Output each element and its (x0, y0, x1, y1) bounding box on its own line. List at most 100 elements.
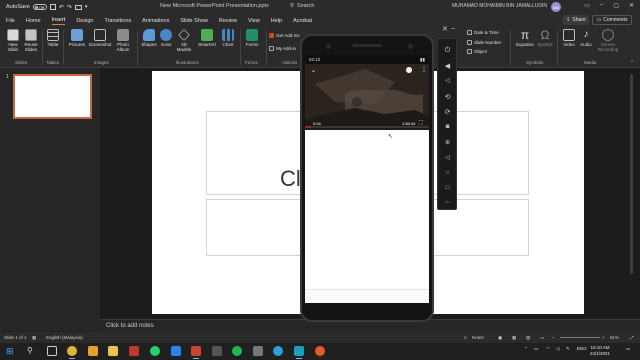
table-button[interactable]: Table (46, 29, 60, 47)
collapse-video-icon[interactable]: ⌄ (311, 67, 316, 74)
chrome-icon[interactable] (67, 346, 77, 359)
3d-models-button[interactable]: 3D Models (175, 29, 193, 52)
share-button[interactable]: ⇪ Share (563, 15, 589, 25)
tab-insert[interactable]: Insert (51, 17, 66, 25)
accessibility-icon[interactable]: ▦ (32, 335, 36, 341)
minimize-icon[interactable]: – (600, 2, 603, 9)
windows-start-icon[interactable]: ⊞ (6, 346, 16, 356)
save-icon[interactable] (49, 4, 56, 10)
emulator-close-icon[interactable]: ✕ (442, 25, 448, 33)
forms-button[interactable]: Forms (244, 29, 260, 47)
volume-down-icon[interactable]: ◁ (441, 75, 454, 86)
fit-slide-icon[interactable]: ⤢ (630, 335, 634, 340)
rotate-left-icon[interactable]: ⟲ (441, 91, 454, 102)
slide-number-button[interactable]: Slide Number (467, 40, 501, 45)
powerpoint-icon[interactable] (191, 346, 201, 359)
my-addins-button[interactable]: My Add-in (269, 46, 296, 51)
more-options-icon[interactable]: ⋮ (421, 66, 427, 73)
spotify-icon[interactable] (232, 346, 242, 356)
zoom-level[interactable]: 61% (610, 335, 619, 340)
wifi-icon[interactable]: ◠ (546, 346, 550, 352)
zoom-in-icon[interactable]: + (602, 335, 605, 340)
date-time-button[interactable]: Date & Time (467, 30, 499, 35)
notifications-icon[interactable]: ▭ (626, 346, 630, 352)
search-box[interactable]: ⚲ Search (290, 3, 314, 9)
overview-icon[interactable]: □ (441, 182, 454, 193)
home-icon[interactable]: ○ (441, 167, 454, 178)
pen-icon[interactable]: ✎ (566, 346, 570, 352)
photo-album-button[interactable]: Photo Album (113, 29, 133, 52)
slide-sorter-icon[interactable]: ▦ (512, 335, 516, 341)
search-icon[interactable]: ⚲ (27, 346, 37, 356)
normal-view-icon[interactable]: ▣ (498, 335, 502, 341)
tab-file[interactable]: File (6, 18, 15, 24)
maximize-icon[interactable]: ▢ (613, 2, 619, 9)
fullscreen-icon[interactable]: ⛶ (419, 120, 423, 126)
reading-view-icon[interactable]: ▤ (526, 335, 530, 341)
back-icon[interactable]: ◁ (441, 152, 454, 163)
customize-icon[interactable]: ▾ (85, 4, 88, 10)
comments-button[interactable]: ▭ Comments (592, 15, 632, 25)
volume-icon[interactable]: ◁ (556, 346, 559, 352)
video-button[interactable]: Video (561, 29, 577, 47)
emulator-minimize-icon[interactable]: – (451, 25, 455, 32)
notes-icon[interactable]: ≡ (464, 335, 467, 340)
telegram-icon[interactable] (273, 346, 283, 356)
tab-home[interactable]: Home (26, 18, 41, 24)
tab-help[interactable]: Help (271, 18, 282, 24)
zoom-out-icon[interactable]: – (552, 335, 555, 340)
chart-button[interactable]: Chart (220, 29, 236, 47)
slide-thumbnail[interactable] (13, 74, 92, 119)
power-icon[interactable]: ⏻ (441, 45, 454, 56)
file-explorer-icon[interactable] (108, 346, 118, 356)
screenshot-camera-icon[interactable]: ◙ (441, 121, 454, 132)
language[interactable]: English (Malaysia) (46, 335, 83, 340)
screen-recording-button[interactable]: Screen Recording (595, 29, 621, 52)
smartart-button[interactable]: SmartArt (196, 29, 218, 47)
task-view-icon[interactable] (47, 346, 57, 356)
new-slide-button[interactable]: New Slide (4, 29, 22, 52)
zoom-slider[interactable] (560, 337, 600, 338)
scroll-thumb[interactable] (630, 74, 633, 274)
ribbon-display-icon[interactable]: ▭ (584, 2, 590, 9)
emulator-icon[interactable] (294, 346, 304, 359)
get-addins-button[interactable]: Get Add-ins (269, 33, 300, 38)
app-icon[interactable] (315, 346, 325, 356)
more-icon[interactable]: ⋯ (441, 197, 454, 208)
tab-slide-show[interactable]: Slide Show (180, 18, 208, 24)
tab-animations[interactable]: Animations (142, 18, 169, 24)
shapes-button[interactable]: Shapes (141, 29, 157, 47)
input-language[interactable]: ENG (577, 346, 587, 351)
pictures-button[interactable]: Pictures (67, 29, 87, 47)
close-icon[interactable]: ✕ (629, 2, 634, 9)
tray-chevron-icon[interactable]: ⌃ (524, 346, 528, 352)
notes-button[interactable]: Notes (472, 335, 484, 340)
tab-transitions[interactable]: Transitions (104, 18, 131, 24)
tab-review[interactable]: Review (219, 18, 237, 24)
tab-acrobat[interactable]: Acrobat (293, 18, 312, 24)
user-name[interactable]: MUHAMAD MOHAIMIN BIN JAMALLUDIN (452, 3, 547, 9)
tab-design[interactable]: Design (76, 18, 93, 24)
clock[interactable]: 10:10 AM 24/1/2021 (590, 345, 610, 357)
vertical-scrollbar[interactable] (628, 70, 634, 318)
undo-icon[interactable]: ↶ (59, 4, 64, 11)
present-icon[interactable] (74, 4, 82, 10)
whatsapp-icon[interactable] (150, 346, 160, 356)
app-icon[interactable] (253, 346, 263, 356)
zoom-icon[interactable]: ⊕ (441, 137, 454, 148)
vscode-icon[interactable] (171, 346, 181, 356)
symbol-button[interactable]: Ω Symbol (537, 29, 553, 47)
app-icon[interactable] (212, 346, 222, 356)
screenshot-button[interactable]: Screenshot (88, 29, 112, 47)
vlc-icon[interactable] (88, 346, 98, 356)
app-icon[interactable] (129, 346, 139, 356)
rotate-right-icon[interactable]: ⟳ (441, 106, 454, 117)
tab-view[interactable]: View (248, 18, 260, 24)
redo-icon[interactable]: ↷ (67, 4, 72, 11)
autosave-toggle[interactable]: Off (32, 4, 47, 10)
icons-button[interactable]: Icons (159, 29, 173, 47)
equation-button[interactable]: π Equation (514, 29, 536, 47)
reuse-slides-button[interactable]: Reuse Slides (22, 29, 40, 52)
info-icon[interactable] (406, 67, 412, 73)
avatar[interactable]: MM (551, 2, 561, 12)
